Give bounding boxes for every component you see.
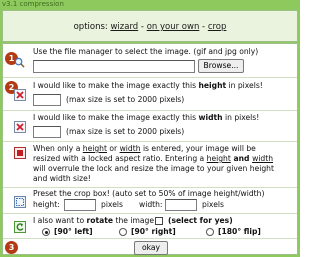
crop-width-unit: pixels	[202, 200, 224, 209]
rotate-flip-label: [180° flip]	[218, 227, 261, 236]
lock-ratio-icon	[14, 147, 26, 159]
okay-button[interactable]: okay	[134, 241, 168, 255]
height-instruction: I would like to make the image exactly t…	[33, 81, 263, 90]
crop-height-unit: pixels	[101, 200, 123, 209]
rotate-icon	[14, 221, 26, 233]
crop-width-input[interactable]	[165, 199, 197, 211]
width-instruction: I would like to make the image exactly t…	[33, 113, 260, 122]
resize-height-icon	[14, 89, 26, 101]
aspect-info-line-4: and width size!	[33, 174, 91, 183]
wizard-link[interactable]: wizard	[110, 22, 138, 32]
settings-panel: 1 Use the file manager to select the ima…	[2, 43, 298, 255]
step-badge: 3	[5, 241, 18, 254]
file-section: 1 Use the file manager to select the ima…	[3, 44, 297, 78]
rotate-right-label: [90° right]	[131, 227, 176, 236]
rotate-flip-radio[interactable]	[206, 228, 214, 236]
height-section: 2 I would like to make the image exactly…	[3, 78, 297, 111]
width-input[interactable]	[33, 126, 61, 138]
rotate-select-label: (select for yes)	[168, 216, 233, 225]
on-your-own-link[interactable]: on your own	[147, 22, 200, 32]
crop-height-input[interactable]	[64, 199, 96, 211]
file-instruction: Use the file manager to select the image…	[33, 47, 259, 56]
aspect-info-line-3: will overrule the lock and resize the im…	[33, 164, 274, 173]
height-limit-note: (max size is set to 2000 pixels)	[66, 95, 185, 104]
options-bar: options: wizard - on your own - crop	[2, 10, 298, 42]
crop-link[interactable]: crop	[208, 22, 227, 32]
rotate-right-radio[interactable]	[119, 228, 127, 236]
file-path-input[interactable]	[33, 60, 195, 73]
height-input[interactable]	[33, 94, 61, 106]
aspect-info-line-1: When only a height or width is entered, …	[33, 144, 256, 153]
rotate-left-radio[interactable]	[42, 228, 50, 236]
rotate-left-label: [90° left]	[54, 227, 93, 236]
crop-height-label: height:	[33, 200, 60, 209]
aspect-info-line-2: resized with a locked aspect ratio. Ente…	[33, 154, 274, 163]
crop-width-label: width:	[139, 200, 163, 209]
width-section: I would like to make the image exactly t…	[3, 111, 297, 142]
options-separator: -	[202, 22, 206, 32]
rotate-checkbox[interactable]	[155, 217, 163, 225]
browse-button[interactable]: Browse...	[198, 59, 244, 73]
options-label: options:	[73, 22, 108, 32]
crop-instruction: Preset the crop box! (auto set to 50% of…	[33, 189, 265, 198]
window-frame: v3.1 compression options: wizard - on yo…	[0, 0, 300, 257]
aspect-info-section: When only a height or width is entered, …	[3, 142, 297, 188]
magnifier-icon	[14, 57, 25, 68]
crop-icon	[14, 196, 26, 208]
options-separator: -	[140, 22, 144, 32]
resize-width-icon	[14, 121, 26, 133]
window-title: v3.1 compression	[2, 0, 64, 8]
width-limit-note: (max size is set to 2000 pixels)	[66, 127, 185, 136]
rotate-instruction: I also want to rotate the image!	[33, 216, 158, 225]
rotate-section: I also want to rotate the image! (select…	[3, 214, 297, 239]
crop-section: Preset the crop box! (auto set to 50% of…	[3, 188, 297, 214]
